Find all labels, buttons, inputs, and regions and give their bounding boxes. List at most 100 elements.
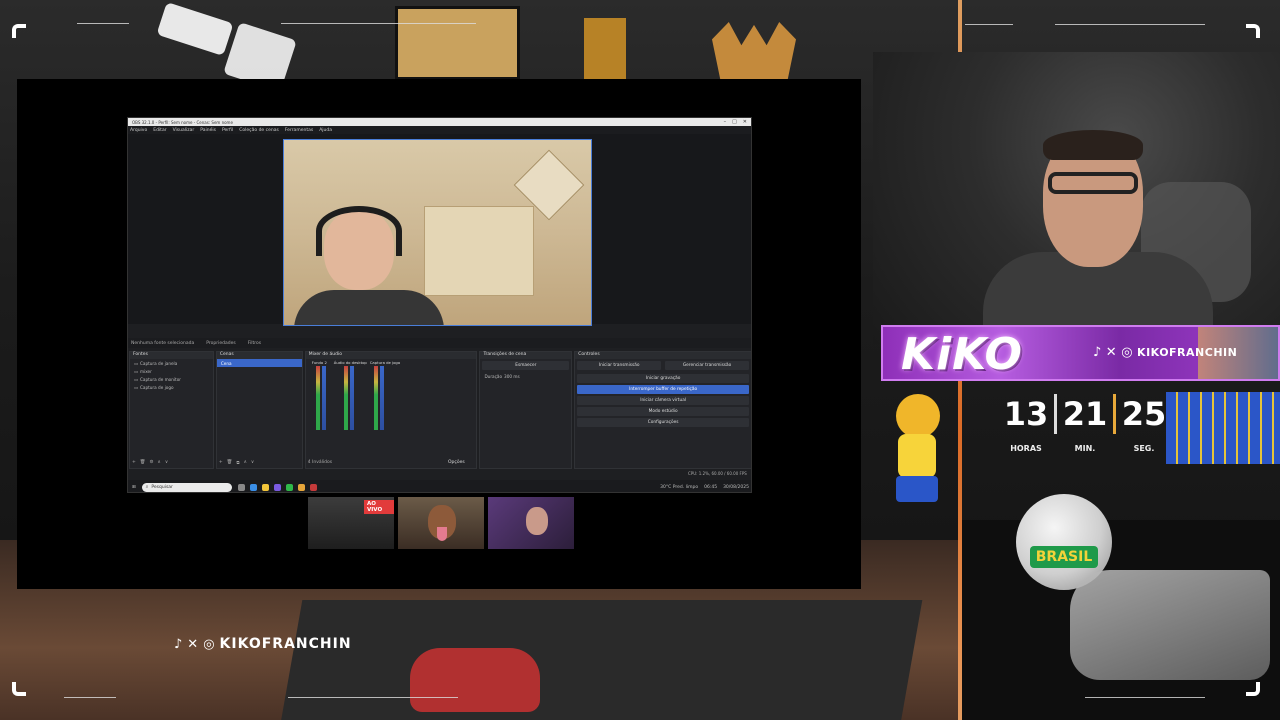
- wall-picture: [395, 6, 520, 80]
- maximize-icon[interactable]: □: [732, 119, 737, 125]
- volume-slider[interactable]: [379, 366, 384, 430]
- sources-toolbar[interactable]: + 🗑 ⚙ ∧ ∨: [132, 460, 211, 467]
- studio-mode-button[interactable]: Modo estúdio: [577, 407, 749, 416]
- divider-line: [77, 23, 129, 24]
- tiktok-icon: ♪: [1093, 345, 1102, 360]
- gold-trophy: [584, 18, 626, 80]
- minimize-icon[interactable]: –: [724, 119, 727, 125]
- obs-statusbar: CPU: 1.2%, 60.00 / 60.00 FPS: [688, 471, 747, 476]
- spotify-icon[interactable]: [285, 483, 293, 491]
- divider-line: [1055, 24, 1205, 25]
- controls-dock: Controles Iniciar transmissão Gerenciar …: [574, 351, 751, 469]
- options-button[interactable]: Opções: [448, 460, 465, 465]
- close-icon[interactable]: ✕: [743, 119, 747, 125]
- ball-label: BRASIL: [1030, 546, 1098, 568]
- guest-face: [526, 507, 548, 535]
- chrome-icon[interactable]: [297, 483, 305, 491]
- corner-bracket-bottom-right: [1246, 682, 1260, 696]
- clock-widget: 13 HORAS 21 MIN. 25 SEG.: [998, 392, 1172, 453]
- volume-meter: [373, 366, 378, 430]
- sneaker: [410, 648, 540, 712]
- obs-title: OBS 32.1.0 - Perfil: Sem nome - Cenas: S…: [132, 119, 233, 125]
- streamer-webcam: [873, 52, 1280, 344]
- menu-ajuda[interactable]: Ajuda: [319, 128, 332, 133]
- scenes-toolbar[interactable]: + 🗑 ⧉ ∧ ∨: [219, 460, 300, 467]
- soccer-cleats: [1070, 570, 1270, 680]
- settings-button[interactable]: Configurações: [577, 418, 749, 427]
- studio-lamp: [156, 2, 234, 56]
- windows-start-icon[interactable]: ⊞: [132, 485, 136, 490]
- rug: [277, 600, 923, 720]
- no-source-selected: Nenhuma fonte selecionada: [131, 340, 195, 346]
- edge-icon[interactable]: [249, 483, 257, 491]
- clock-minutes: 21 MIN.: [1057, 392, 1113, 453]
- controls-title: Controles: [575, 352, 751, 359]
- tiktok-icon: ♪: [174, 636, 184, 652]
- sources-title: Fontes: [130, 352, 213, 359]
- cam-thumbnail: AO VIVO: [308, 497, 394, 549]
- duration-input[interactable]: 300 ms: [504, 374, 520, 379]
- explorer-icon[interactable]: [261, 483, 269, 491]
- volume-slider[interactable]: [349, 366, 354, 430]
- glasses: [1048, 172, 1138, 194]
- volume-meter: [343, 366, 348, 430]
- channel-name: Fundo 2: [311, 360, 327, 365]
- guest-cams: AO VIVO: [308, 497, 574, 549]
- seconds-value: 25: [1121, 395, 1167, 433]
- cam-thumbnail: [398, 497, 484, 549]
- obs-docks: Fontes ▭ Captura de janela ▭ mixer ▭ Captur…: [128, 351, 751, 469]
- obs-window: OBS 32.1.0 - Perfil: Sem nome - Cenas: S…: [127, 117, 752, 493]
- scene-item[interactable]: Cena: [216, 359, 302, 367]
- obs-menubar: Arquivo Editar Visualizar Painéis Perfil…: [128, 126, 751, 134]
- volume-meter: [315, 366, 320, 430]
- menu-colecao-de-cenas[interactable]: Coleção de cenas: [239, 128, 279, 133]
- source-item[interactable]: ▭ Captura de monitor: [130, 375, 213, 383]
- menu-visualizar[interactable]: Visualizar: [173, 128, 195, 133]
- volume-slider[interactable]: [321, 366, 326, 430]
- search-placeholder: Pesquisar: [151, 484, 173, 490]
- virtual-camera-button[interactable]: Iniciar câmera virtual: [577, 396, 749, 405]
- source-item[interactable]: ▭ mixer: [130, 367, 213, 375]
- menu-arquivo[interactable]: Arquivo: [130, 128, 147, 133]
- tray-time[interactable]: 06:45: [704, 485, 717, 490]
- duration-row: Duração 300 ms: [480, 372, 571, 380]
- cabinet: [424, 206, 534, 296]
- source-item[interactable]: ▭ Captura de janela: [130, 359, 213, 367]
- tray-date[interactable]: 30/08/2025: [723, 485, 749, 490]
- search-icon: ⌕: [145, 485, 149, 490]
- task-view-icon[interactable]: [237, 483, 245, 491]
- banner-social: ♪ ✕ ◎ KIKOFRANCHIN: [1093, 345, 1237, 360]
- corner-bracket-bottom-left: [12, 682, 26, 696]
- start-stream-button[interactable]: Iniciar transmissão: [577, 361, 662, 370]
- scenes-dock: Cenas Cena + 🗑 ⧉ ∧ ∨: [215, 351, 303, 469]
- sources-dock: Fontes ▭ Captura de janela ▭ mixer ▭ Captur…: [129, 351, 214, 469]
- obs-preview-canvas[interactable]: [283, 139, 592, 326]
- x-icon: ✕: [1105, 345, 1118, 360]
- transition-select[interactable]: Esmaecer: [482, 361, 570, 370]
- obs-taskbar-icon[interactable]: [309, 483, 317, 491]
- hours-label: HORAS: [1010, 444, 1042, 453]
- obs-context-bar: Nenhuma fonte selecionada Propriedades F…: [128, 338, 751, 348]
- replay-buffer-button[interactable]: Interromper buffer de repetição: [577, 385, 749, 394]
- system-tray: 30°C Pred. limpo 06:45 30/08/2025: [660, 485, 749, 490]
- minutes-value: 21: [1062, 395, 1108, 433]
- scenes-title: Cenas: [216, 352, 302, 359]
- discord-icon[interactable]: [273, 483, 281, 491]
- instagram-icon: ◎: [203, 636, 216, 652]
- menu-perfil[interactable]: Perfil: [222, 128, 233, 133]
- duration-label: Duração: [484, 373, 503, 379]
- taskbar-search[interactable]: ⌕ Pesquisar: [141, 482, 232, 492]
- divider-line: [965, 24, 1013, 25]
- weather-widget[interactable]: 30°C Pred. limpo: [660, 485, 698, 490]
- channel-name: Captura de jogo: [369, 360, 401, 365]
- headset: [316, 206, 402, 256]
- menu-paineis[interactable]: Painéis: [200, 128, 216, 133]
- manage-stream-button[interactable]: Gerenciar transmissão: [665, 361, 749, 370]
- source-item[interactable]: ▭ Captura de jogo: [130, 383, 213, 391]
- transitions-dock: Transições de cena Esmaecer Duração 300 …: [479, 351, 573, 469]
- menu-editar[interactable]: Editar: [153, 128, 166, 133]
- menu-ferramentas[interactable]: Ferramentas: [285, 128, 313, 133]
- start-recording-button[interactable]: Iniciar gravação: [577, 374, 749, 383]
- properties-button[interactable]: Propriedades: [206, 341, 235, 346]
- filters-button[interactable]: Filtros: [248, 341, 261, 346]
